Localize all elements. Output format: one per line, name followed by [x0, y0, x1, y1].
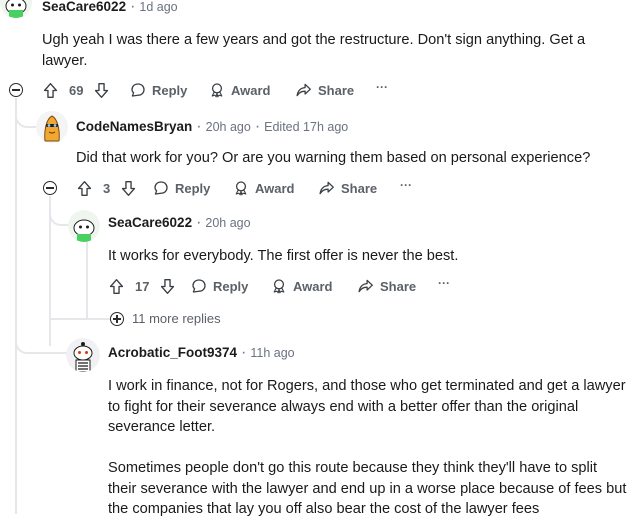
share-icon [296, 83, 311, 97]
comment-bubble-icon [131, 83, 145, 97]
vote-group: 17 [108, 278, 176, 295]
share-button[interactable]: Share [357, 278, 416, 294]
vote-count: 17 [135, 279, 150, 294]
thread-connector [15, 334, 67, 354]
more-options-button[interactable]: ··· [376, 80, 388, 94]
share-button[interactable]: Share [318, 180, 377, 196]
username[interactable]: Acrobatic_Foot9374 [108, 345, 237, 360]
downvote-icon[interactable] [93, 82, 110, 99]
comment-header: SeaCare6022 · 1d ago [42, 0, 178, 15]
reply-button[interactable]: Reply [153, 180, 210, 196]
more-options-button[interactable]: ··· [438, 276, 450, 290]
more-options-button[interactable]: ··· [400, 178, 412, 192]
hotdog-avatar-icon [36, 111, 68, 143]
upvote-icon[interactable] [76, 180, 93, 197]
edited-label: Edited 17h ago [264, 120, 349, 134]
award-icon [235, 181, 247, 196]
downvote-icon[interactable] [120, 180, 137, 197]
share-icon [319, 181, 334, 195]
comment-bubble-icon [154, 181, 168, 195]
username[interactable]: SeaCare6022 [42, 0, 126, 14]
timestamp: 20h ago [205, 216, 251, 230]
avatar[interactable] [36, 111, 68, 143]
downvote-icon[interactable] [159, 278, 176, 295]
thread-line-root[interactable] [15, 98, 17, 514]
comment-header: Acrobatic_Foot9374 · 11h ago [108, 344, 295, 361]
expand-replies-icon[interactable] [110, 312, 124, 326]
vote-group: 3 [76, 180, 137, 197]
snoo-avatar-icon [66, 338, 100, 372]
timestamp: 1d ago [139, 0, 178, 14]
comment-body: It works for everybody. The first offer … [108, 248, 459, 264]
thread-connector [49, 318, 111, 320]
thread-connector [86, 240, 88, 318]
avatar[interactable] [66, 338, 100, 372]
comment-body: I work in finance, not for Rogers, and t… [108, 378, 627, 517]
username[interactable]: CodeNamesBryan [76, 119, 192, 134]
award-icon [273, 279, 285, 294]
avatar[interactable] [0, 0, 32, 18]
comment-body: Did that work for you? Or are you warnin… [76, 150, 591, 166]
avatar[interactable] [68, 210, 100, 242]
award-button[interactable]: Award [233, 180, 295, 196]
award-icon [211, 83, 223, 98]
vote-group: 69 [42, 82, 110, 99]
timestamp: 20h ago [205, 120, 251, 134]
share-button[interactable]: Share [295, 82, 354, 98]
award-button[interactable]: Award [209, 82, 271, 98]
reply-button[interactable]: Reply [130, 82, 187, 98]
timestamp: 11h ago [250, 346, 295, 360]
vote-count: 3 [103, 181, 111, 196]
comment-bubble-icon [192, 279, 206, 293]
thread-connector [49, 206, 69, 226]
upvote-icon[interactable] [42, 82, 59, 99]
vote-count: 69 [69, 83, 84, 98]
award-button[interactable]: Award [271, 278, 333, 294]
comment-header: SeaCare6022 · 20h ago [108, 214, 251, 231]
collapse-thread-button[interactable] [43, 181, 57, 195]
username[interactable]: SeaCare6022 [108, 215, 192, 230]
snoo-avatar-icon [68, 210, 100, 242]
thread-connector [15, 108, 37, 128]
more-replies-link[interactable]: 11 more replies [132, 311, 221, 326]
reply-button[interactable]: Reply [191, 278, 248, 294]
collapse-thread-button[interactable] [9, 83, 23, 97]
comment-header: CodeNamesBryan · 20h ago · Edited 17h ago [76, 118, 349, 135]
comment-body: Ugh yeah I was there a few years and got… [42, 32, 586, 69]
upvote-icon[interactable] [108, 278, 125, 295]
share-icon [358, 279, 373, 293]
snoo-avatar-icon [0, 0, 32, 18]
